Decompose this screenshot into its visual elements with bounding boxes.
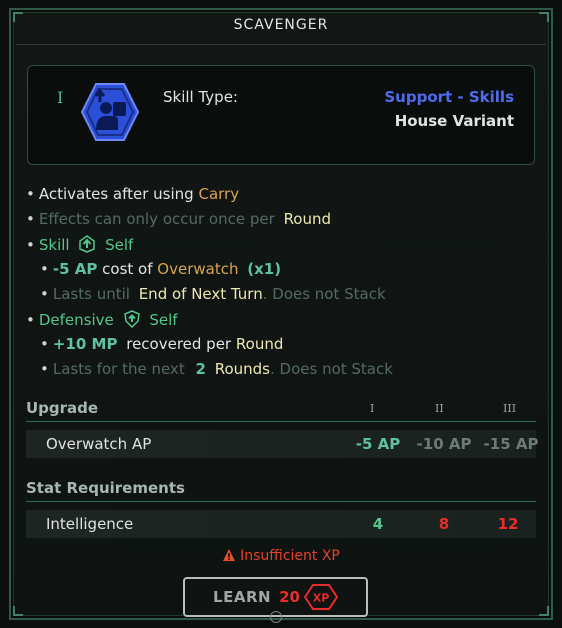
effect-text: Does not Stack [272,285,386,303]
svg-text:XP: XP [313,592,330,605]
effect-text: Does not Stack [279,360,393,378]
effect-count: (x1) [247,260,282,278]
upgrade-value-tier-1: -5 AP [355,435,401,453]
learn-cost: 20 [279,588,300,606]
xp-warning: Insufficient XP [0,548,562,564]
frame-corner [539,606,549,616]
effect-line: • +10 MP recovered per Round [40,335,284,353]
effect-value: +10 MP [52,335,118,353]
effect-value: -5 AP [52,260,98,278]
effect-line: • Lasts until End of Next Turn. Does not … [40,285,386,303]
controller-hint-icon [270,611,282,623]
skill-tier: I [57,88,64,107]
effect-line: • Skill Self [26,235,134,254]
effect-line: • -5 AP cost of Overwatch (x1) [40,260,282,278]
skill-variant: House Variant [394,112,514,130]
effect-line: • Lasts for the next 2 Rounds. Does not S… [40,360,393,378]
requirement-row: Intelligence 4 8 12 [26,510,536,538]
skill-type-label: Skill Type: [163,88,238,106]
requirement-value-tier-3: 12 [497,515,519,533]
effect-keyword: Carry [198,185,240,203]
tier-label: III [503,402,517,415]
effect-line: • Defensive Self [26,310,178,329]
warning-text: Insufficient XP [240,548,340,564]
frame-corner [13,606,23,616]
divider [16,44,546,45]
effect-keyword: End of Next Turn [138,285,263,303]
effect-target: Self [105,236,134,254]
xp-badge-icon: XP [303,584,338,610]
effect-keyword: Rounds [214,360,270,378]
effect-text: Lasts until [52,285,130,303]
tier-label: I [370,402,375,415]
upgrade-value-tier-3: -15 AP [483,435,539,453]
effect-line: • Effects can only occur once per Round [26,210,332,228]
requirements-header: Stat Requirements [26,479,185,497]
effect-text: cost of [102,260,153,278]
effect-text: Activates after using [38,185,194,203]
effect-text: Effects can only occur once per [38,210,275,228]
tier-label: II [435,402,444,415]
effect-category: Defensive [38,311,114,329]
carry-support-icon [80,83,140,141]
effect-line: • Activates after using Carry [26,185,240,203]
upgrade-header: Upgrade [26,399,99,417]
effect-text: Lasts for the next [52,360,185,378]
effect-count: 2 [195,360,206,378]
warning-icon [223,549,236,561]
divider [26,501,536,502]
skill-arrow-icon [79,235,96,253]
upgrade-value-tier-2: -10 AP [416,435,472,453]
effect-target: Self [149,311,178,329]
requirement-stat-label: Intelligence [46,515,134,533]
learn-label: LEARN [213,588,272,606]
skill-info-box: I Skill Type: Support - Skills House Var… [27,65,535,165]
skill-title: SCAVENGER [233,17,329,33]
skill-category: Support - Skills [384,88,514,106]
divider [26,421,536,422]
upgrade-row: Overwatch AP -5 AP -10 AP -15 AP [26,430,538,458]
effect-category: Skill [38,236,70,254]
upgrade-stat-label: Overwatch AP [46,435,152,453]
requirement-value-tier-2: 8 [438,515,450,533]
effect-keyword: Round [235,335,284,353]
effect-keyword: Round [283,210,332,228]
effect-text: recovered per [126,335,232,353]
requirement-value-tier-1: 4 [372,515,384,533]
effect-keyword: Overwatch [157,260,239,278]
shield-icon [123,310,140,328]
